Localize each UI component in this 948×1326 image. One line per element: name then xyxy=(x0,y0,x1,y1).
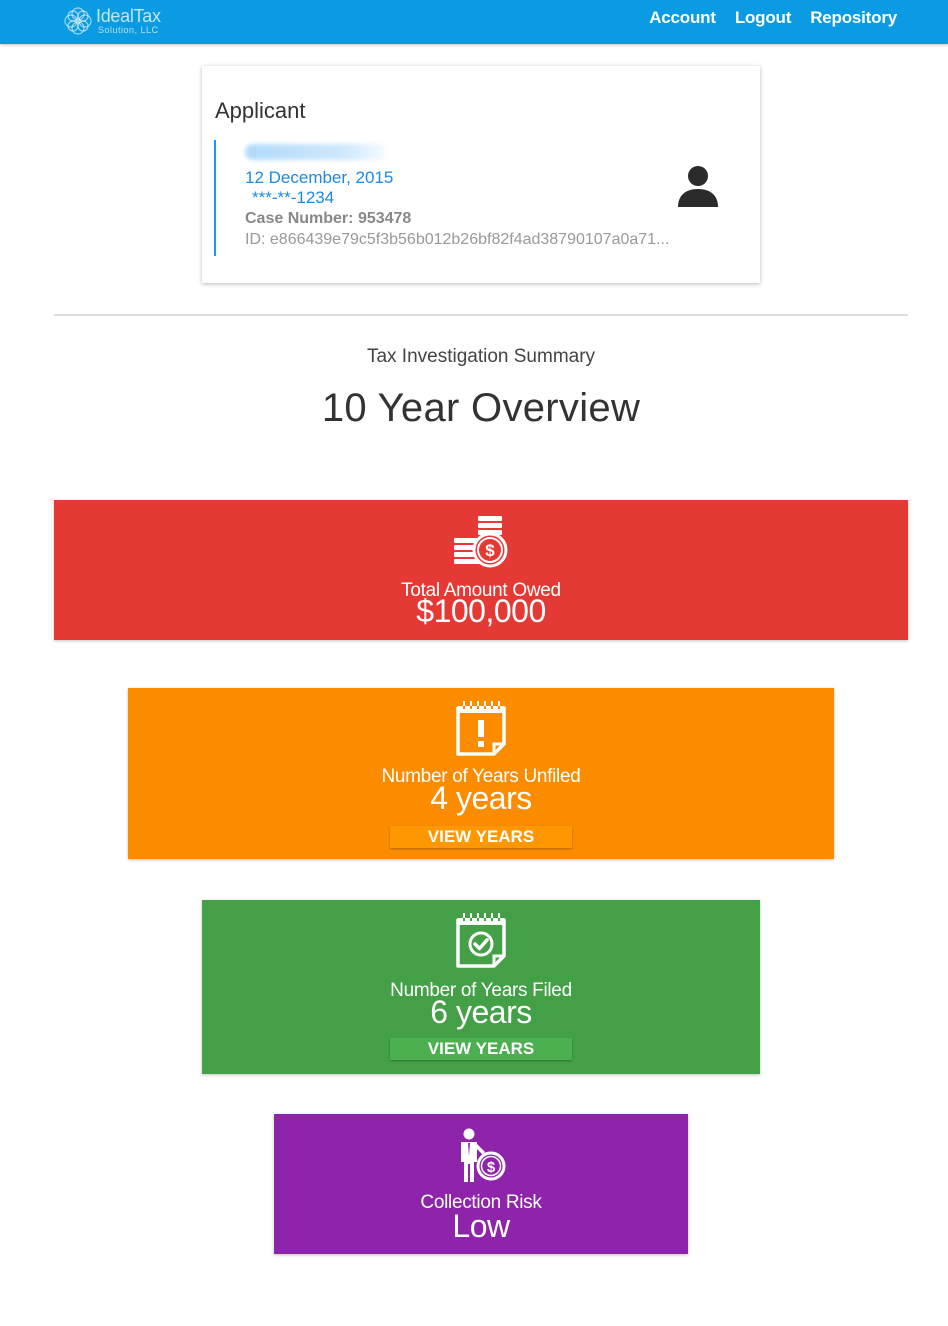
total-owed-value: $100,000 xyxy=(416,593,546,629)
collection-risk-tile: $ Collection Risk Low xyxy=(274,1114,688,1254)
section-divider xyxy=(54,314,908,316)
applicant-name-blurred xyxy=(245,144,385,160)
applicant-date: 12 December, 2015 xyxy=(245,168,394,187)
page-title: 10 Year Overview xyxy=(321,386,641,430)
logo[interactable]: IdealTax Solution, LLC xyxy=(62,5,161,37)
years-unfiled-value: 4 years xyxy=(430,780,532,816)
applicant-details: 12 December, 2015 ***-**-1234 Case Numbe… xyxy=(214,140,669,256)
logo-subtitle: Solution, LLC xyxy=(98,25,159,35)
person-icon xyxy=(678,166,718,207)
svg-text:$: $ xyxy=(487,1159,496,1176)
coins-dollar-icon: $ xyxy=(454,516,508,568)
logo-name: IdealTax xyxy=(96,6,161,26)
total-owed-tile: $ Total Amount Owed $100,000 xyxy=(54,500,908,640)
top-navbar: IdealTax Solution, LLC Account Logout Re… xyxy=(0,0,948,44)
summary-subtitle: Tax Investigation Summary xyxy=(366,346,596,367)
nav-links: Account Logout Repository xyxy=(630,0,897,36)
years-unfiled-tile: Number of Years Unfiled 4 years VIEW YEA… xyxy=(128,688,834,859)
logo-flower-icon xyxy=(64,7,92,35)
collection-risk-value: Low xyxy=(452,1208,510,1244)
businessman-dollar-icon: $ xyxy=(461,1128,506,1182)
nav-account-link[interactable]: Account xyxy=(649,8,716,28)
nav-logout-link[interactable]: Logout xyxy=(735,8,792,28)
applicant-card: Applicant 12 December, 2015 ***-**-1234 … xyxy=(202,66,760,283)
applicant-ssn: ***-**-1234 xyxy=(252,188,335,207)
years-filed-tile: Number of Years Filed 6 years VIEW YEARS xyxy=(202,900,760,1074)
view-unfiled-years-button[interactable]: VIEW YEARS xyxy=(390,826,572,848)
calendar-check-icon xyxy=(456,913,506,968)
calendar-alert-icon xyxy=(456,701,506,756)
nav-repository-link[interactable]: Repository xyxy=(810,8,897,28)
years-filed-value: 6 years xyxy=(430,994,532,1030)
applicant-case-number: Case Number: 953478 xyxy=(245,209,654,229)
applicant-id: ID: e866439e79c5f3b56b012b26bf82f4ad3879… xyxy=(245,231,670,248)
case-number-label: Case Number: xyxy=(245,210,354,227)
applicant-heading: Applicant xyxy=(215,98,306,123)
view-filed-years-button[interactable]: VIEW YEARS xyxy=(390,1038,572,1060)
case-number-value: 953478 xyxy=(357,210,412,227)
svg-text:$: $ xyxy=(485,541,495,560)
